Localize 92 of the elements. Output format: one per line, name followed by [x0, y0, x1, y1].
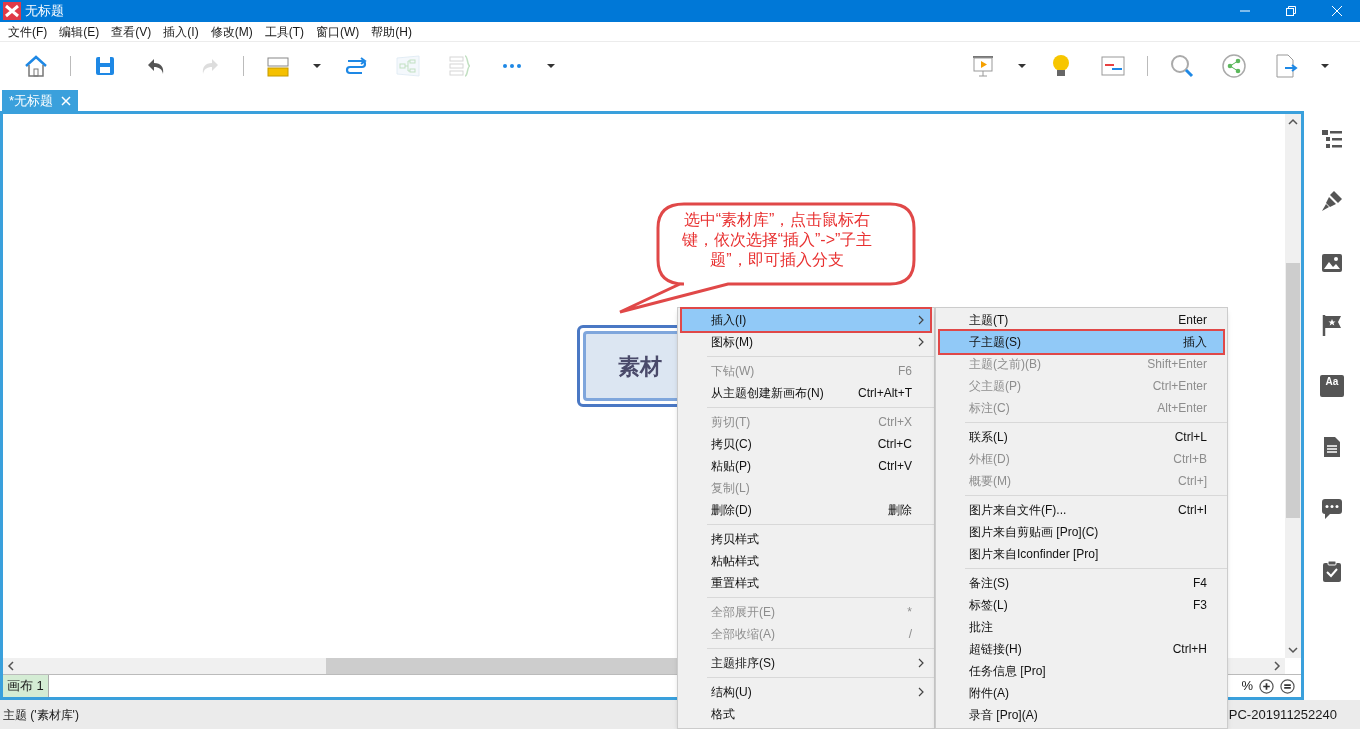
summary-icon — [447, 53, 473, 79]
caret-icon — [313, 64, 321, 68]
caret-icon — [1321, 64, 1329, 68]
shortcut-text: Alt+Enter — [1157, 400, 1207, 417]
menu-item[interactable]: 修改(M) — [204, 22, 259, 41]
menu-item[interactable]: 格式 — [682, 703, 930, 725]
topic-label: 素材 — [618, 352, 662, 381]
menu-item[interactable]: 拷贝(C) Ctrl+C — [682, 433, 930, 455]
zoom-level: % — [1241, 677, 1253, 696]
caret-icon — [1018, 64, 1026, 68]
outline-icon[interactable] — [1320, 127, 1344, 151]
menu-item[interactable]: 任务信息 [Pro] — [940, 660, 1223, 682]
shortcut-text: Ctrl+Alt+T — [858, 385, 912, 402]
callout-text: 选中“素材库”，点击鼠标右键，依次选择“插入”->”子主题”，即可插入分支 — [680, 210, 874, 270]
menu-item[interactable]: 粘贴(P) Ctrl+V — [682, 455, 930, 477]
comment-icon[interactable] — [1320, 497, 1344, 521]
shortcut-text: F3 — [1193, 597, 1207, 614]
sheet-tab[interactable]: 画布 1 — [3, 675, 49, 697]
shortcut-text: Ctrl+C — [877, 436, 912, 453]
zoom-in-button[interactable] — [1259, 678, 1274, 694]
menu-item[interactable]: 查看(V) — [105, 22, 158, 41]
shortcut-text: Ctrl+X — [878, 414, 912, 431]
boundary-icon — [395, 53, 421, 79]
shortcut-text: Ctrl+H — [1172, 641, 1207, 658]
presentation-icon — [970, 53, 996, 79]
menu-item[interactable]: 主题(T) Enter — [940, 309, 1223, 331]
shortcut-text: / — [908, 626, 912, 643]
shortcut-text: * — [907, 604, 912, 621]
scroll-right-icon — [1273, 661, 1281, 671]
shortcut-text: Shift+Enter — [1147, 356, 1207, 373]
home-icon — [23, 53, 49, 79]
menu-item[interactable]: 图片来自剪贴画 [Pro](C) — [940, 521, 1223, 543]
menu-item[interactable]: 粘帖样式 — [682, 550, 930, 572]
zoom-out-button[interactable] — [1280, 678, 1295, 694]
menu-item[interactable]: 窗口(W) — [310, 22, 366, 41]
export-icon — [1273, 53, 1299, 79]
scroll-left-icon — [7, 661, 15, 671]
zoom-out-icon — [1280, 678, 1295, 694]
shortcut-text: 插入 — [1183, 334, 1207, 351]
menu-item[interactable]: 子主题(S) 插入 — [940, 331, 1223, 353]
menu-item[interactable]: 插入(I) — [682, 309, 930, 331]
menu-item[interactable]: 联系(L) Ctrl+L — [940, 426, 1223, 448]
shortcut-text: Ctrl+B — [1173, 451, 1207, 468]
close-icon[interactable] — [61, 95, 72, 106]
share-icon — [1221, 53, 1247, 79]
status-text: 主题 ('素材库') — [3, 706, 79, 724]
more-icon — [503, 64, 521, 68]
search-icon — [1169, 53, 1195, 79]
menu-item[interactable]: 图片来自文件(F)... Ctrl+I — [940, 499, 1223, 521]
menu-item[interactable]: 文件(F) — [2, 22, 54, 41]
shortcut-text: Ctrl+L — [1174, 429, 1207, 446]
menu-item[interactable]: 标签(L) F3 — [940, 594, 1223, 616]
menu-item[interactable]: 主题排序(S) — [682, 652, 930, 674]
menu-item[interactable]: 删除(D) 删除 — [682, 499, 930, 521]
menu-item[interactable]: 超链接(H) Ctrl+H — [940, 638, 1223, 660]
shortcut-text: Ctrl+Enter — [1152, 378, 1207, 395]
menu-item[interactable]: 重置样式 — [682, 572, 930, 594]
flag-icon[interactable] — [1320, 313, 1344, 337]
menu-item[interactable]: 批注 — [940, 616, 1223, 638]
menu-item[interactable]: 附件(A) — [940, 682, 1223, 704]
restore-icon — [1286, 6, 1296, 16]
menu-item[interactable]: 工具(T) — [258, 22, 310, 41]
menu-item[interactable]: 编辑(E) — [53, 22, 106, 41]
shortcut-text: F4 — [1193, 575, 1207, 592]
computer-name: PC-201911252240 — [1228, 705, 1337, 724]
shortcut-text: Ctrl+I — [1178, 502, 1207, 519]
menu-item[interactable]: 备注(S) F4 — [940, 572, 1223, 594]
window-title: 无标题 — [25, 2, 64, 21]
paintbrush-icon[interactable] — [1320, 189, 1344, 213]
shortcut-text: Ctrl+V — [878, 458, 912, 475]
shortcut-text: Ctrl+] — [1178, 473, 1207, 490]
clipboard-check-icon[interactable] — [1320, 559, 1344, 583]
menu-item[interactable]: 插入(I) — [157, 22, 205, 41]
shortcut-text: 删除 — [888, 502, 912, 519]
menu-item[interactable]: 录音 [Pro](A) — [940, 704, 1223, 726]
shortcut-text: F6 — [898, 363, 912, 380]
menu-item[interactable]: 拷贝样式 — [682, 528, 930, 550]
image-icon[interactable] — [1320, 251, 1344, 275]
menu-item[interactable]: 帮助(H) — [365, 22, 418, 41]
app-logo-icon — [3, 2, 21, 20]
menu-item[interactable]: 结构(U) — [682, 681, 930, 703]
shortcut-text: Enter — [1178, 312, 1207, 329]
gantt-chart-icon — [1100, 53, 1126, 79]
caret-icon — [547, 64, 555, 68]
scrollbar-thumb[interactable] — [1286, 263, 1300, 518]
text-style-button[interactable]: Aa — [1320, 375, 1344, 397]
zoom-in-icon — [1259, 678, 1274, 694]
close-icon — [1332, 6, 1342, 16]
menu-item[interactable]: 图片来自Iconfinder [Pro] — [940, 543, 1223, 565]
scroll-up-icon — [1288, 118, 1298, 126]
scroll-down-icon — [1288, 646, 1298, 654]
vertical-scrollbar[interactable] — [1285, 114, 1301, 658]
